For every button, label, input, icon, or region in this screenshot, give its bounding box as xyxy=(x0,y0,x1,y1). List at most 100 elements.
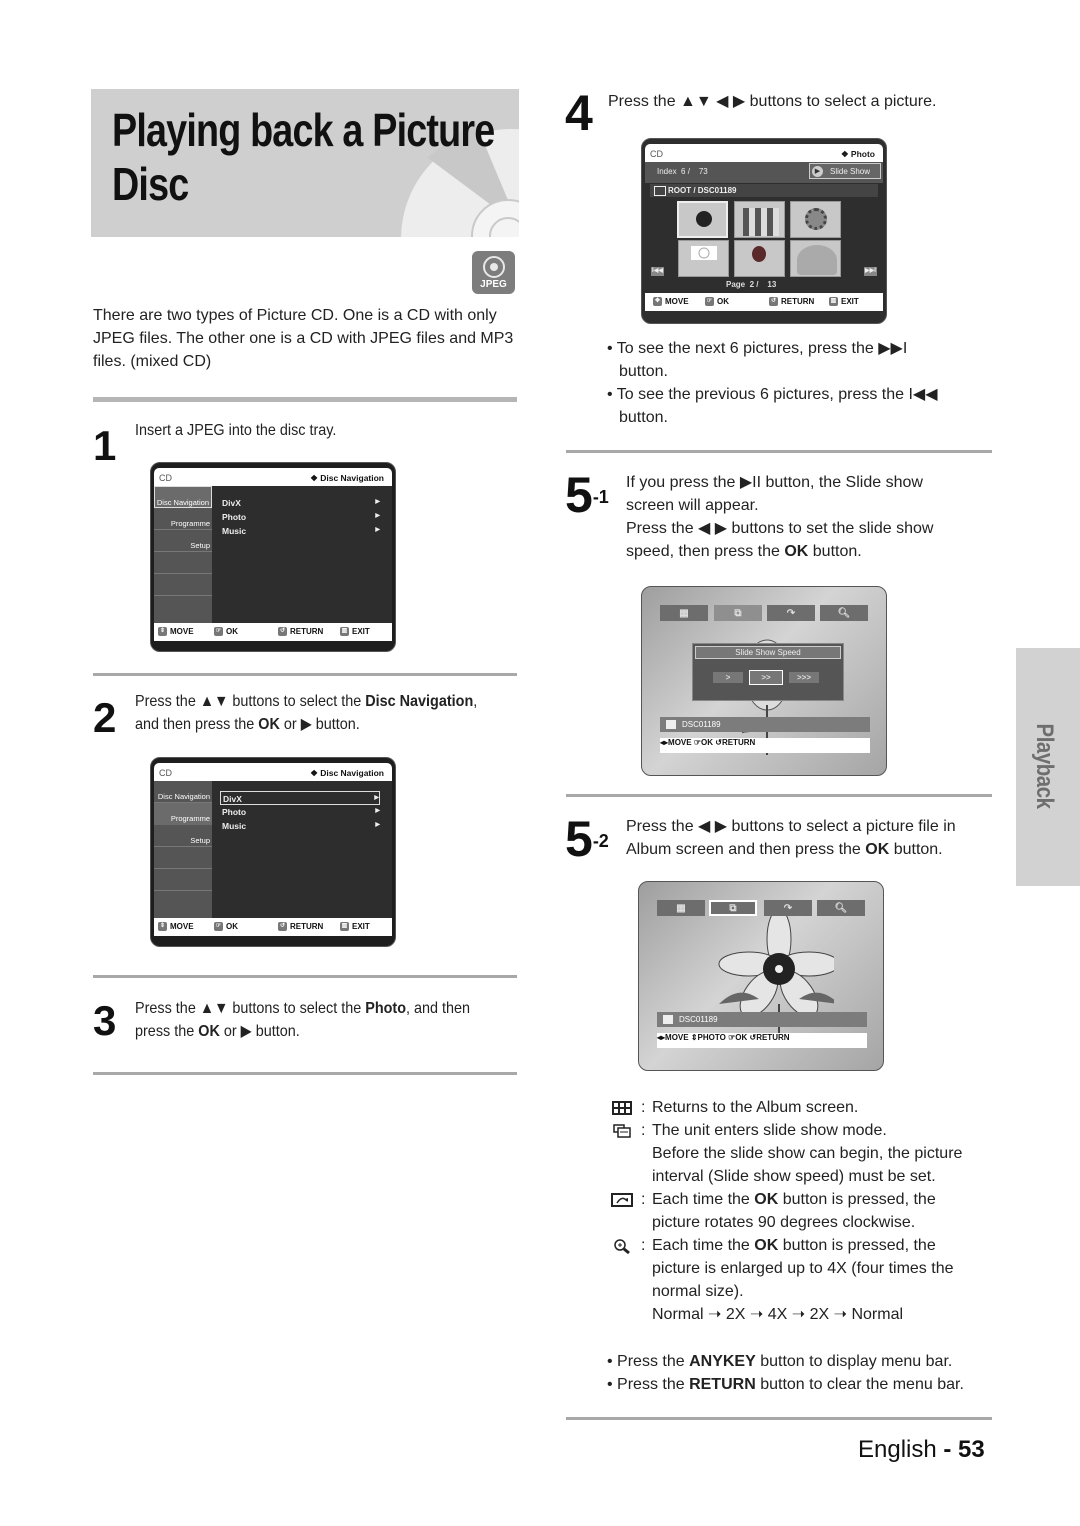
zoom-button[interactable]: 🔍︎ xyxy=(817,900,865,916)
album-button[interactable]: ▦ xyxy=(657,900,705,916)
slideshow-button[interactable]: ⧉ xyxy=(714,605,762,621)
return-icon: ↺ xyxy=(278,922,287,931)
thumbnail[interactable] xyxy=(790,240,841,277)
step-number: 5-1 xyxy=(565,467,609,523)
slide-show-button[interactable]: ▶ Slide Show xyxy=(809,163,881,179)
button-hints: ◂▸MOVE ⇕PHOTO ☞OK ↺RETURN xyxy=(657,1033,867,1048)
photo-album-screen: CD ❖ Photo Index 6 / 73 ▶ Slide Show ROOT … xyxy=(641,138,887,324)
disc-icon xyxy=(482,256,505,278)
rotate-button[interactable]: ↷ xyxy=(767,605,815,621)
thumbnail[interactable] xyxy=(790,201,841,238)
thumbnail[interactable] xyxy=(734,201,785,238)
next-page-icon[interactable]: ▶▶I xyxy=(864,267,877,276)
folder-icon xyxy=(654,186,666,196)
move-icon: ⇕ xyxy=(158,922,167,931)
disc-navigation-screen-divx-selected: CD ❖ Disc Navigation Disc Navigation Prog… xyxy=(150,757,396,947)
step-number: 5-2 xyxy=(565,811,609,867)
slideshow-icon: ⧉ xyxy=(734,607,742,619)
ok-icon: ☞ xyxy=(214,922,223,931)
step-2-text: Press the ▲▼ buttons to select the Disc … xyxy=(135,693,478,733)
side-item-disc-navigation[interactable]: Disc Navigation xyxy=(154,781,212,803)
thumbnail[interactable] xyxy=(677,201,728,238)
speed-option-slow[interactable]: > xyxy=(713,672,743,683)
divider xyxy=(566,794,992,797)
album-grid-icon: ▦ xyxy=(679,607,689,619)
speed-option-medium[interactable]: >> xyxy=(749,670,783,685)
menu-item-photo[interactable]: Photo ▶ xyxy=(220,805,380,819)
divider xyxy=(93,673,517,676)
side-menu: Disc Navigation Programme Setup xyxy=(154,486,212,623)
menu-item-divx[interactable]: DivX ▶ xyxy=(220,791,380,805)
step-number: 4 xyxy=(565,85,593,141)
side-item-setup[interactable]: Setup xyxy=(154,530,212,552)
icon-legend: : Returns to the Album screen. : The unit … xyxy=(608,1096,1008,1326)
arrow-right-icon: ▶ xyxy=(375,808,380,814)
rotate-icon xyxy=(611,1193,633,1207)
page-number: English - 53 xyxy=(858,1436,985,1463)
page-title: Playing back a Picture Disc xyxy=(112,104,495,210)
source-label: CD xyxy=(159,473,172,483)
previous-page-icon[interactable]: I◀◀ xyxy=(651,267,664,276)
slideshow-icon: ⧉ xyxy=(729,902,737,914)
arrow-right-icon: ▶ xyxy=(374,795,379,801)
move-icon: ◂▸ xyxy=(657,1033,666,1042)
side-item-disc-navigation[interactable]: Disc Navigation xyxy=(154,486,212,508)
zoom-icon: 🔍︎ xyxy=(834,902,848,914)
side-item-setup[interactable]: Setup xyxy=(154,825,212,847)
return-icon: ↺ xyxy=(278,627,287,636)
file-name-bar: DSC01189 xyxy=(657,1012,867,1027)
step-number: 3 xyxy=(93,997,117,1044)
exit-icon: ▥ xyxy=(340,922,349,931)
speed-option-fast[interactable]: >>> xyxy=(789,672,819,683)
arrow-right-icon: ▶ xyxy=(375,513,380,519)
rotate-button[interactable]: ↷ xyxy=(764,900,812,916)
move-icon: ⇕ xyxy=(158,627,167,636)
divider xyxy=(566,450,992,453)
menu-item-photo[interactable]: Photo ▶ xyxy=(220,510,380,524)
title-banner: Playing back a Picture Disc xyxy=(91,89,519,237)
screen-title: ❖ Disc Navigation xyxy=(310,473,384,483)
bullet-previous-pictures: • To see the previous 6 pictures, press … xyxy=(607,386,938,426)
step-1-text: Insert a JPEG into the disc tray. xyxy=(135,422,337,439)
thumbnail[interactable] xyxy=(734,240,785,277)
legend-item-album: : Returns to the Album screen. xyxy=(608,1096,1008,1119)
step-3-text: Press the ▲▼ buttons to select the Photo… xyxy=(135,1000,471,1040)
legend-item-zoom: : Each time the OK button is pressed, the… xyxy=(608,1234,1008,1326)
slideshow-button[interactable]: ⧉ xyxy=(709,900,757,916)
thumbnail[interactable] xyxy=(678,240,729,277)
album-button[interactable]: ▦ xyxy=(660,605,708,621)
return-icon: ↺ xyxy=(715,738,722,747)
side-item-programme[interactable]: Programme xyxy=(154,508,212,530)
step-number: 2 xyxy=(93,694,117,741)
ok-icon: ☞ xyxy=(705,297,714,306)
slide-show-speed-screen: ▦ ⧉ ↷ 🔍︎ Slide Show Speed > >> >>> DSC01… xyxy=(641,586,887,776)
menu-item-music[interactable]: Music ▶ xyxy=(220,524,380,538)
ok-icon: ☞ xyxy=(214,627,223,636)
button-hints: ⇕ MOVE ☞ OK ↺ RETURN ▥ EXIT xyxy=(154,623,392,641)
section-tab-playback[interactable]: Playback xyxy=(1016,648,1080,886)
move-icon: ◂▸ xyxy=(660,738,669,747)
folder-path: ROOT / DSC01189 xyxy=(650,184,878,197)
file-name-bar: DSC01189 xyxy=(660,717,870,732)
dialog-title: Slide Show Speed xyxy=(695,646,841,659)
divider xyxy=(566,1417,992,1420)
menu-item-divx[interactable]: DivX ▶ xyxy=(220,496,380,510)
rotate-icon: ↷ xyxy=(783,902,793,914)
step-5-2-text: Press the ◀ ▶ buttons to select a pictur… xyxy=(626,818,956,858)
album-grid-icon: ▦ xyxy=(676,902,686,914)
arrow-right-icon: ▶ xyxy=(375,499,380,505)
tip-anykey: • Press the ANYKEY button to display men… xyxy=(607,1353,953,1370)
zoom-button[interactable]: 🔍︎ xyxy=(820,605,868,621)
arrow-right-icon: ▶ xyxy=(375,527,380,533)
step-number: 1 xyxy=(93,422,117,469)
exit-icon: ▥ xyxy=(829,297,838,306)
intro-text: There are two types of Picture CD. One i… xyxy=(93,307,514,370)
jpeg-badge: JPEG xyxy=(472,251,515,294)
index-readout: Index 6 / 73 xyxy=(657,167,708,176)
ok-icon: ☞ xyxy=(693,738,701,747)
play-pause-icon: ▶ xyxy=(812,166,823,177)
side-item-programme[interactable]: Programme xyxy=(154,803,212,825)
divider xyxy=(93,1072,517,1075)
button-hints: ◂▸MOVE ☞OK ↺RETURN xyxy=(660,738,870,753)
menu-item-music[interactable]: Music ▶ xyxy=(220,819,380,833)
